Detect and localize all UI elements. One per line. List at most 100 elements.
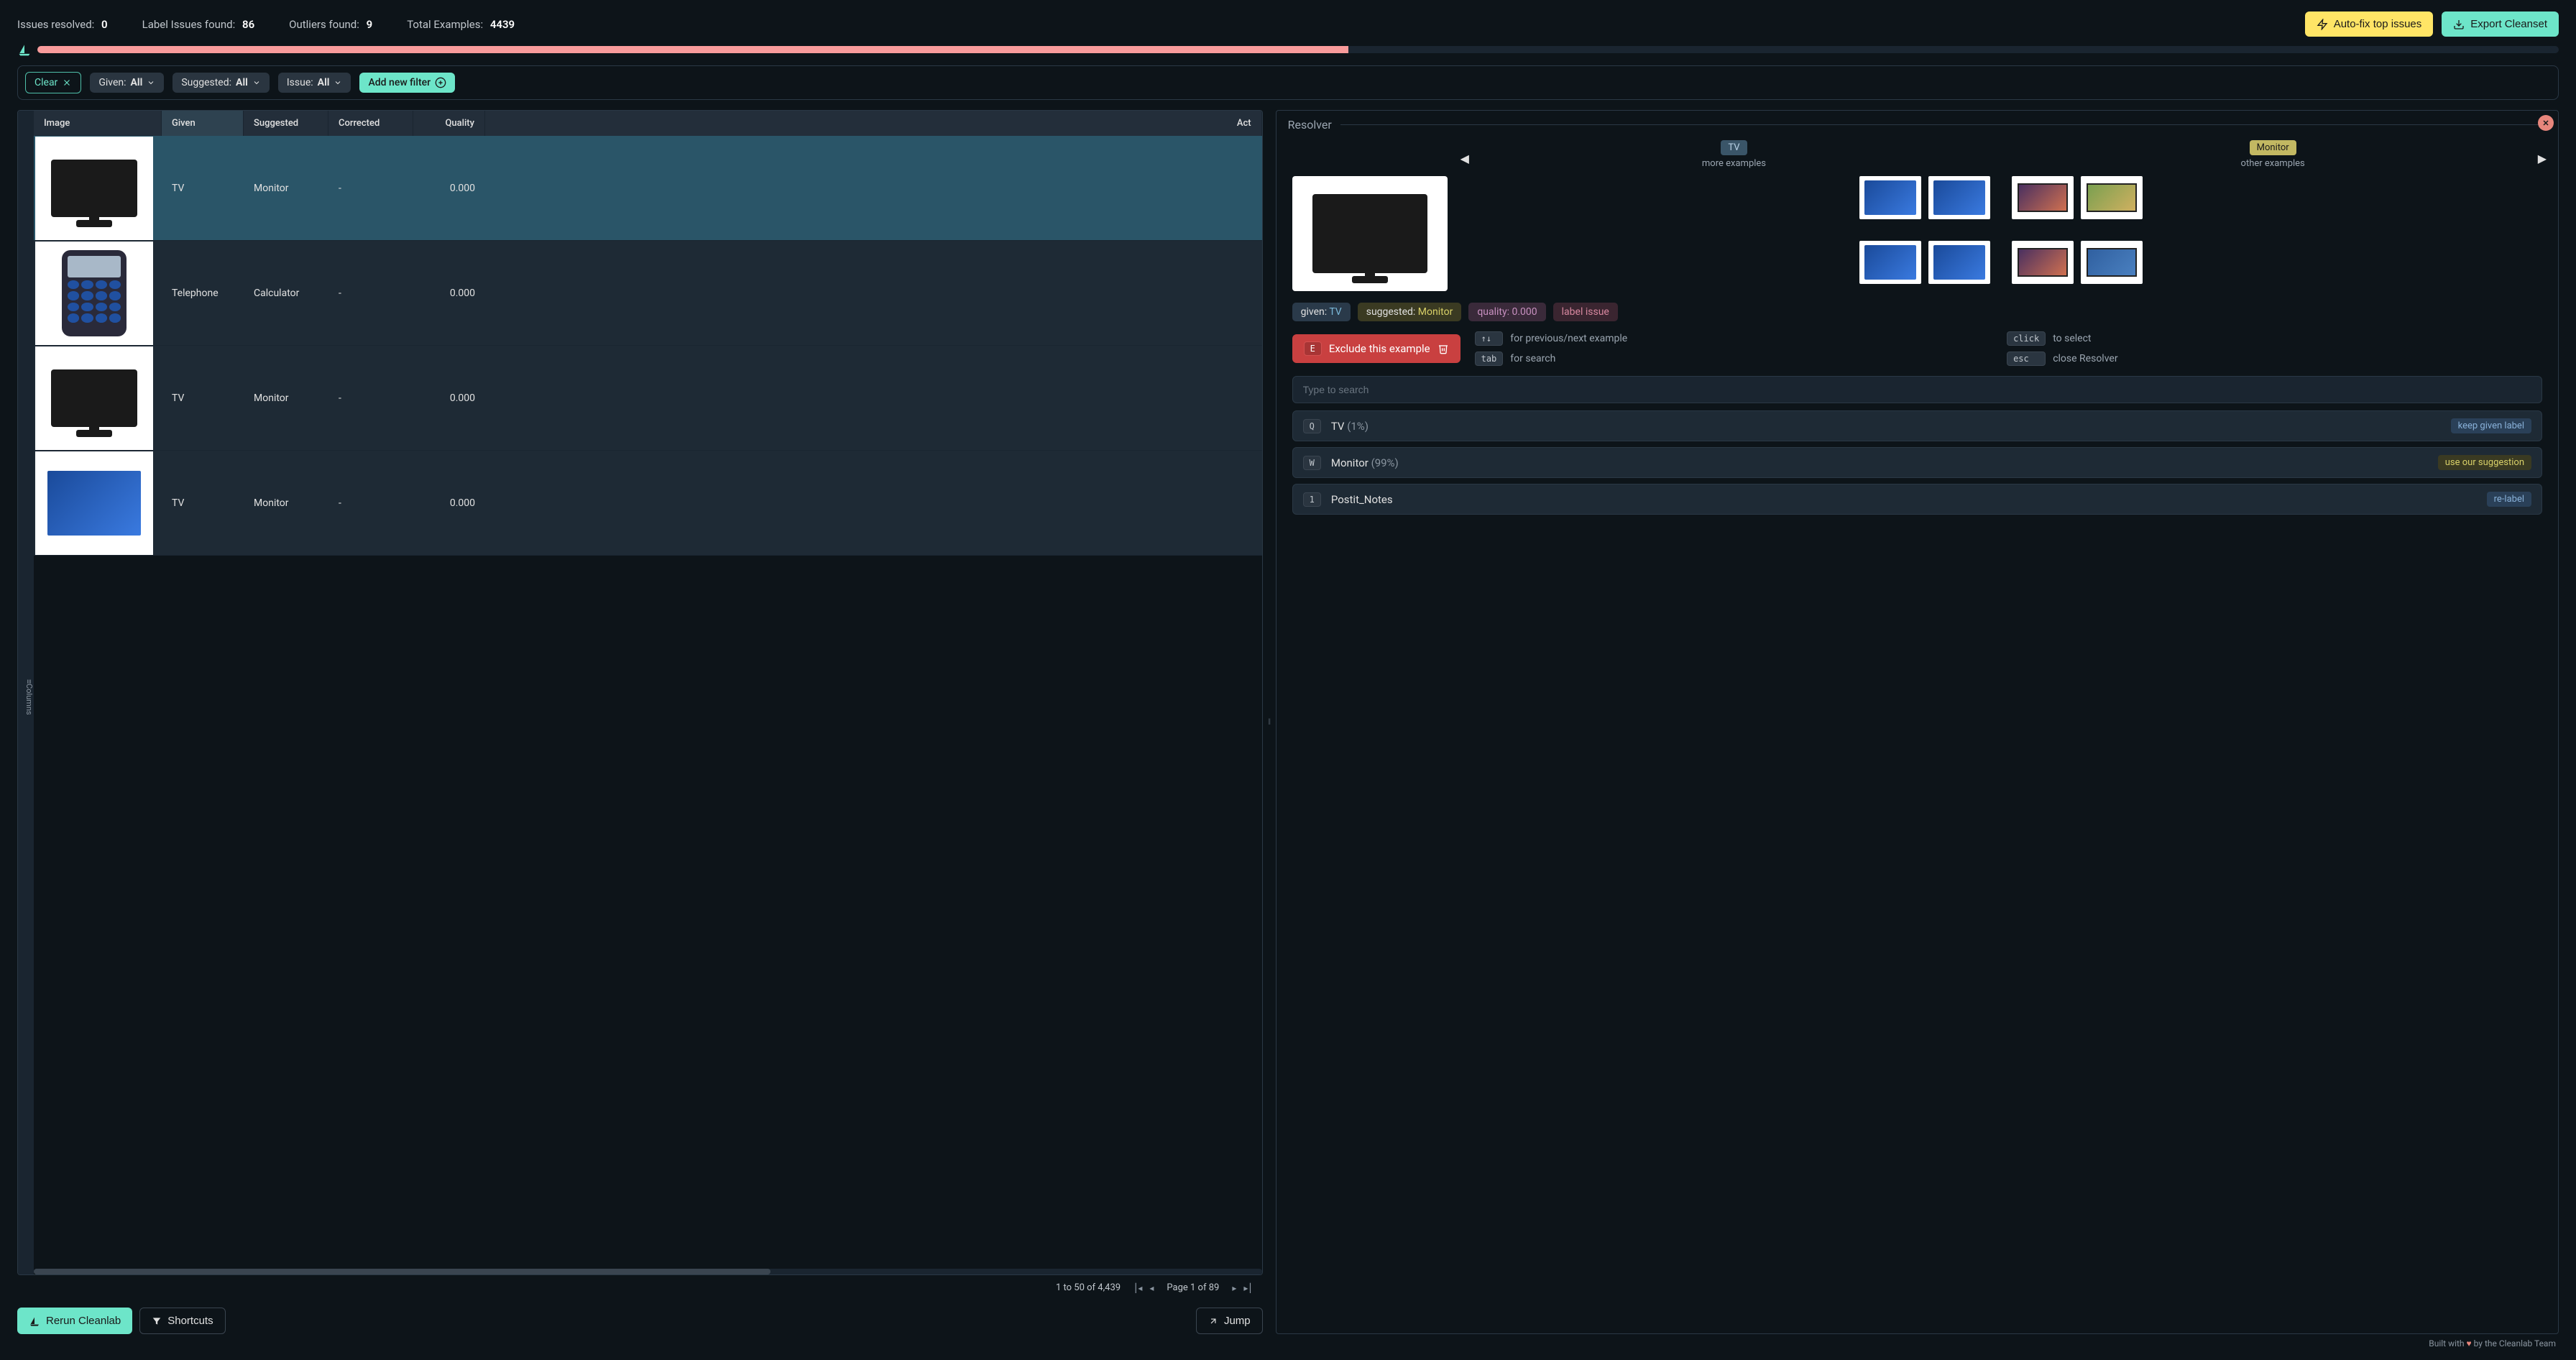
example-thumb[interactable] (2081, 241, 2143, 284)
kbd-label: Q (1303, 419, 1321, 433)
example-thumb[interactable] (1928, 241, 1990, 284)
table-row[interactable]: TVMonitor-0.000 (34, 451, 1262, 556)
example-thumb[interactable] (1928, 176, 1990, 219)
arrow-up-right-icon (1208, 1316, 1218, 1326)
pill-suggested: suggested: Monitor (1358, 303, 1462, 321)
cell-given: TV (162, 492, 244, 515)
close-icon (62, 78, 72, 88)
column-action[interactable]: Act (485, 111, 1262, 136)
autofix-button[interactable]: Auto-fix top issues (2305, 12, 2434, 37)
add-filter-button[interactable]: Add new filter (359, 73, 455, 93)
columns-tab[interactable]: ≡ Columns (18, 111, 34, 1274)
cell-given: Telephone (162, 282, 244, 305)
filter-issue[interactable]: Issue: All (278, 73, 351, 93)
cell-quality: 0.000 (413, 387, 485, 410)
cell-corrected: - (328, 387, 413, 410)
cell-quality: 0.000 (413, 177, 485, 200)
group-tv-label: TV (1721, 140, 1747, 155)
shortcuts-button[interactable]: Shortcuts (139, 1308, 225, 1334)
horizontal-scrollbar[interactable] (34, 1269, 1262, 1274)
close-resolver-button[interactable] (2538, 115, 2554, 131)
splitter[interactable]: || (1263, 110, 1276, 1334)
filter-bar: Clear Given: All Suggested: All Issue: A… (17, 65, 2559, 100)
search-input[interactable] (1292, 376, 2542, 403)
example-thumb[interactable] (2081, 176, 2143, 219)
row-thumb (35, 346, 153, 450)
column-suggested[interactable]: Suggested (244, 111, 328, 136)
example-thumb[interactable] (1859, 176, 1921, 219)
row-thumb (35, 451, 153, 555)
cell-suggested: Monitor (244, 387, 328, 410)
cell-given: TV (162, 177, 244, 200)
example-thumb[interactable] (2012, 176, 2074, 219)
filter-given[interactable]: Given: All (90, 73, 164, 93)
page-prev-button[interactable]: ◂ (1149, 1283, 1154, 1293)
table-row[interactable]: TVMonitor-0.000 (34, 136, 1262, 241)
stat-outliers: Outliers found: 9 (289, 18, 372, 31)
chevron-down-icon (252, 78, 261, 87)
cell-quality: 0.000 (413, 282, 485, 305)
footer-credit: Built with ♥ by the Cleanlab Team (17, 1334, 2559, 1348)
label-option[interactable]: 1 Postit_Notes re-label (1292, 484, 2542, 515)
kbd-e: E (1304, 341, 1322, 356)
page-last-button[interactable]: ▸⎮ (1243, 1283, 1252, 1293)
prev-examples-button[interactable]: ◀ (1460, 152, 1469, 165)
next-examples-button[interactable]: ▶ (2538, 152, 2547, 165)
resolver-title: Resolver (1276, 111, 2558, 132)
label-option[interactable]: W Monitor (99%) use our suggestion (1292, 447, 2542, 478)
label-action-chip: re-label (2487, 492, 2531, 507)
heart-icon: ♥ (2467, 1338, 2472, 1348)
pill-issue: label issue (1553, 303, 1618, 321)
page-next-button[interactable]: ▸ (1232, 1283, 1236, 1293)
kbd-label: 1 (1303, 492, 1321, 507)
keyboard-hints: ↑↓ for previous/next example click to se… (1475, 331, 2542, 366)
chevron-down-icon (147, 78, 155, 87)
cell-suggested: Monitor (244, 177, 328, 200)
column-image[interactable]: Image (34, 111, 162, 136)
column-given[interactable]: Given (162, 111, 244, 136)
table-body[interactable]: TVMonitor-0.000TelephoneCalculator-0.000… (34, 136, 1262, 1267)
example-thumb[interactable] (1859, 241, 1921, 284)
more-examples-group: ◀ TV more examples (1465, 140, 2004, 169)
label-name: Monitor (99%) (1331, 456, 1399, 469)
cell-corrected: - (328, 492, 413, 515)
label-name: Postit_Notes (1331, 493, 1393, 506)
kbd-label: W (1303, 456, 1321, 470)
table-header: Image Given Suggested Corrected Quality … (34, 111, 1262, 136)
group-monitor-label: Monitor (2250, 140, 2296, 155)
example-thumb[interactable] (2012, 241, 2074, 284)
label-name: TV (1%) (1331, 420, 1368, 433)
page-first-button[interactable]: ⎮◂ (1133, 1283, 1142, 1293)
label-option[interactable]: QTV (1%)keep given label (1292, 410, 2542, 441)
pagination-page: Page 1 of 89 (1167, 1282, 1219, 1293)
boat-icon (17, 42, 32, 57)
column-quality[interactable]: Quality (413, 111, 485, 136)
table-row[interactable]: TVMonitor-0.000 (34, 346, 1262, 451)
boat-icon (29, 1315, 40, 1327)
cell-corrected: - (328, 177, 413, 200)
stat-total-examples: Total Examples: 4439 (407, 18, 515, 31)
rerun-button[interactable]: Rerun Cleanlab (17, 1308, 132, 1334)
exclude-button[interactable]: E Exclude this example (1292, 334, 1460, 363)
plus-circle-icon (435, 77, 446, 88)
stat-issues-resolved: Issues resolved: 0 (17, 18, 108, 31)
cell-quality: 0.000 (413, 492, 485, 515)
column-corrected[interactable]: Corrected (328, 111, 413, 136)
export-button[interactable]: Export Cleanset (2442, 12, 2559, 37)
filter-icon (152, 1316, 162, 1326)
row-thumb (35, 137, 153, 240)
pagination-range: 1 to 50 of 4,439 (1056, 1282, 1121, 1293)
selected-image[interactable] (1292, 176, 1448, 291)
table-row[interactable]: TelephoneCalculator-0.000 (34, 241, 1262, 346)
trash-icon (1438, 343, 1449, 354)
filter-suggested[interactable]: Suggested: All (172, 73, 270, 93)
label-action-chip: use our suggestion (2438, 455, 2531, 470)
progress-bar (37, 46, 2559, 53)
clear-filters-button[interactable]: Clear (25, 72, 81, 93)
chevron-down-icon (334, 78, 342, 87)
jump-button[interactable]: Jump (1196, 1308, 1263, 1334)
cell-given: TV (162, 387, 244, 410)
pill-quality: quality: 0.000 (1468, 303, 1545, 321)
lightning-icon (2317, 19, 2328, 30)
download-icon (2453, 19, 2465, 30)
